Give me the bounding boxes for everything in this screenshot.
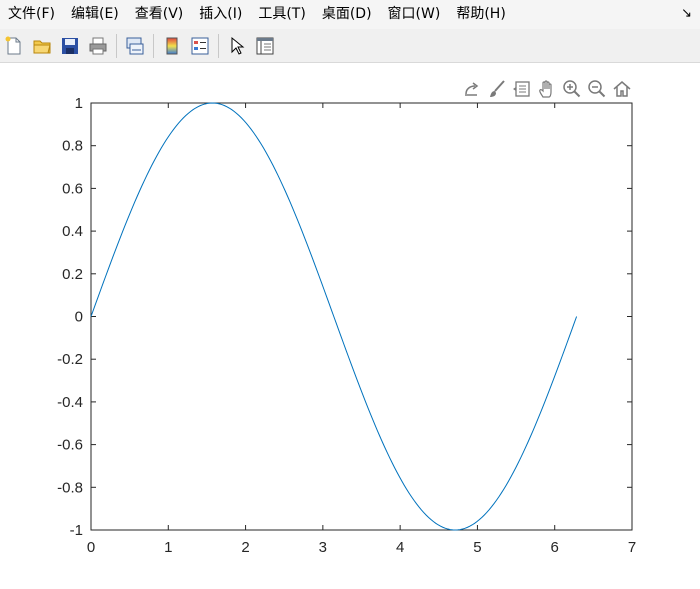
x-tick-label: 4 — [396, 539, 404, 556]
new-figure-icon[interactable] — [2, 34, 26, 58]
edit-plot-icon[interactable] — [225, 34, 249, 58]
menu-file[interactable]: 文件(F) — [0, 0, 63, 29]
x-tick-label: 0 — [87, 539, 95, 556]
sine-plot[interactable]: 0 1 2 3 4 5 6 7 -1 -0.8 -0.6 -0.4 -0.2 0 0.2 0.4 0.6 0.8 1 — [0, 62, 700, 589]
y-tick-label: 0.4 — [62, 223, 83, 240]
y-tick-label: -1 — [70, 522, 83, 539]
menu-bar: 文件(F) 编辑(E) 查看(V) 插入(I) 工具(T) 桌面(D) 窗口(W… — [0, 0, 700, 29]
axes: 0 1 2 3 4 5 6 7 -1 -0.8 -0.6 -0.4 -0.2 0 0.2 0.4 0.6 0.8 1 — [57, 95, 636, 556]
x-tick-label: 2 — [241, 539, 249, 556]
menu-help[interactable]: 帮助(H) — [448, 0, 513, 29]
x-tick-label: 7 — [628, 539, 636, 556]
y-tick-label: 0.2 — [62, 266, 83, 283]
y-tick-label: 0 — [75, 309, 83, 326]
menu-window[interactable]: 窗口(W) — [380, 0, 449, 29]
open-file-icon[interactable] — [30, 34, 54, 58]
figure-toolbar — [0, 29, 700, 63]
dock-figure-icon[interactable]: ↘ — [681, 6, 692, 21]
menu-desktop[interactable]: 桌面(D) — [314, 0, 380, 29]
insert-legend-icon[interactable] — [188, 34, 212, 58]
menu-edit[interactable]: 编辑(E) — [63, 0, 127, 29]
toolbar-separator — [116, 33, 117, 58]
y-tick-label: -0.6 — [57, 437, 83, 454]
x-tick-label: 3 — [319, 539, 327, 556]
y-tick-label: -0.2 — [57, 351, 83, 368]
toolbar-separator — [153, 33, 154, 58]
link-plot-icon[interactable] — [123, 34, 147, 58]
insert-colorbar-icon[interactable] — [160, 34, 184, 58]
x-tick-label: 6 — [551, 539, 559, 556]
y-tick-label: -0.8 — [57, 479, 83, 496]
x-tick-label: 5 — [473, 539, 481, 556]
axes-box — [90, 102, 633, 531]
property-inspector-icon[interactable] — [253, 34, 277, 58]
y-tick-label: -0.4 — [57, 394, 83, 411]
y-tick-label: 0.8 — [62, 138, 83, 155]
save-icon[interactable] — [58, 34, 82, 58]
y-tick-label: 0.6 — [62, 180, 83, 197]
menu-view[interactable]: 查看(V) — [127, 0, 192, 29]
menu-insert[interactable]: 插入(I) — [191, 0, 250, 29]
print-icon[interactable] — [86, 34, 110, 58]
x-tick-label: 1 — [164, 539, 172, 556]
menu-tools[interactable]: 工具(T) — [250, 0, 313, 29]
y-tick-label: 1 — [75, 95, 83, 112]
toolbar-separator — [218, 33, 219, 58]
